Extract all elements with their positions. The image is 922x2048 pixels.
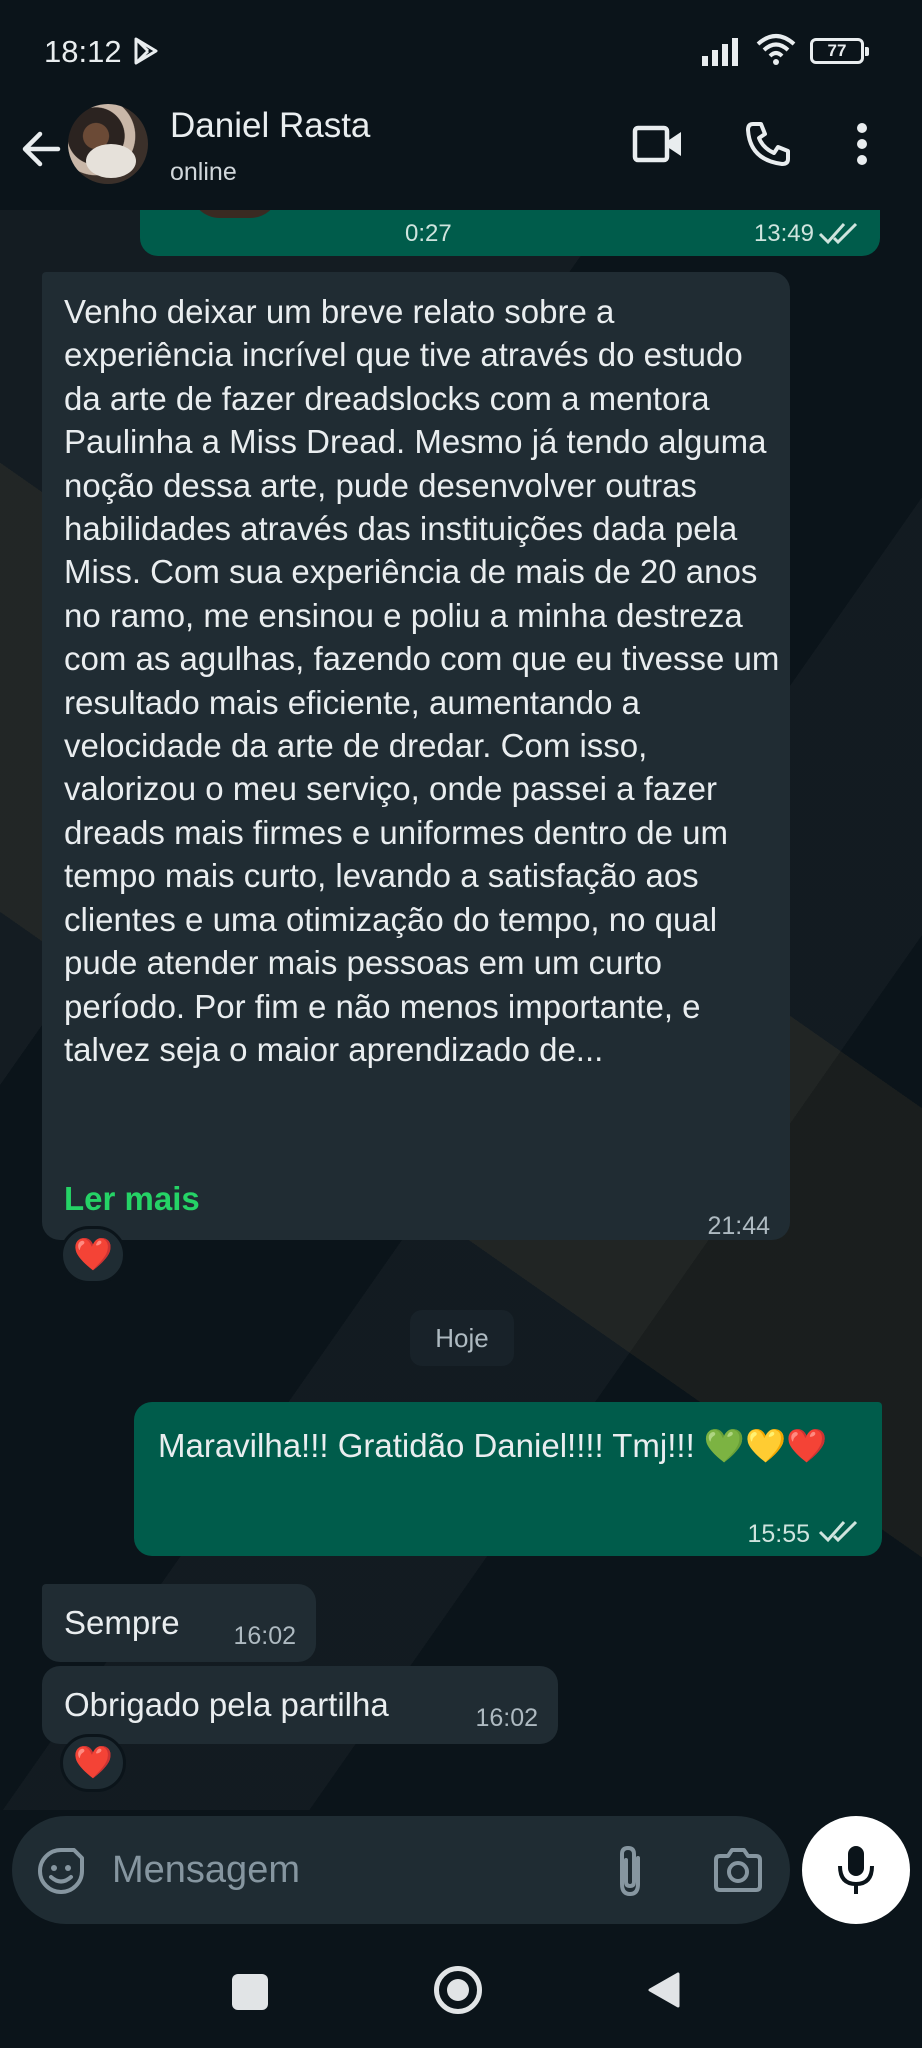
- incoming-message-bubble[interactable]: Sempre 16:02: [42, 1584, 316, 1662]
- chat-header: Daniel Rasta online: [0, 104, 922, 210]
- message-text: Venho deixar um breve relato sobre a exp…: [64, 293, 780, 1068]
- message-text: Sempre: [64, 1604, 180, 1641]
- back-arrow-icon[interactable]: [18, 126, 64, 172]
- status-bar: 18:12 77: [0, 0, 922, 104]
- heart-reaction[interactable]: ❤️: [60, 1734, 126, 1792]
- video-call-icon[interactable]: [632, 122, 684, 171]
- incoming-message-bubble[interactable]: Venho deixar um breve relato sobre a exp…: [42, 272, 790, 1240]
- voice-record-button[interactable]: [802, 1816, 910, 1924]
- recent-apps-icon[interactable]: [232, 1974, 268, 2010]
- home-icon[interactable]: [434, 1966, 482, 2014]
- emoji-icon[interactable]: [36, 1846, 86, 1901]
- message-time: 16:02: [233, 1622, 296, 1650]
- nav-back-icon[interactable]: [646, 1970, 682, 2015]
- double-check-icon: [818, 220, 860, 251]
- message-time: 15:55: [747, 1520, 810, 1548]
- contact-name[interactable]: Daniel Rasta: [170, 106, 370, 146]
- play-store-icon: [133, 36, 159, 71]
- camera-icon[interactable]: [712, 1846, 764, 1899]
- chat-area[interactable]: 0:27 13:49 Venho deixar um breve relato …: [0, 210, 922, 1810]
- mic-icon: [838, 1846, 874, 1894]
- signal-icon: [702, 36, 746, 71]
- voice-message-avatar: [190, 210, 280, 218]
- message-text: Maravilha!!! Gratidão Daniel!!!! Tmj!!! …: [158, 1427, 828, 1464]
- more-options-icon[interactable]: [856, 122, 868, 171]
- voice-duration: 0:27: [405, 220, 452, 247]
- read-more-link[interactable]: Ler mais: [64, 1180, 200, 1218]
- message-composer: [12, 1816, 790, 1924]
- mic-icon: [282, 210, 302, 211]
- system-nav-bar: [0, 1936, 922, 2048]
- outgoing-message-bubble[interactable]: Maravilha!!! Gratidão Daniel!!!! Tmj!!! …: [134, 1402, 882, 1556]
- wifi-icon: [756, 32, 796, 71]
- avatar[interactable]: [68, 104, 148, 184]
- voice-message-bubble[interactable]: 0:27 13:49: [140, 210, 880, 256]
- heart-reaction[interactable]: ❤️: [60, 1226, 126, 1284]
- attach-icon[interactable]: [612, 1844, 648, 1903]
- message-time: 21:44: [707, 1212, 770, 1240]
- message-text: Obrigado pela partilha: [64, 1686, 389, 1723]
- battery-icon: 77: [810, 38, 869, 64]
- date-divider: Hoje: [410, 1310, 514, 1366]
- message-input[interactable]: [112, 1836, 582, 1904]
- status-time: 18:12: [44, 34, 122, 69]
- message-time: 16:02: [475, 1704, 538, 1732]
- contact-status: online: [170, 158, 237, 186]
- message-time: 13:49: [753, 220, 814, 247]
- incoming-message-bubble[interactable]: Obrigado pela partilha 16:02: [42, 1666, 558, 1744]
- voice-call-icon[interactable]: [744, 120, 792, 173]
- double-check-icon: [818, 1518, 860, 1549]
